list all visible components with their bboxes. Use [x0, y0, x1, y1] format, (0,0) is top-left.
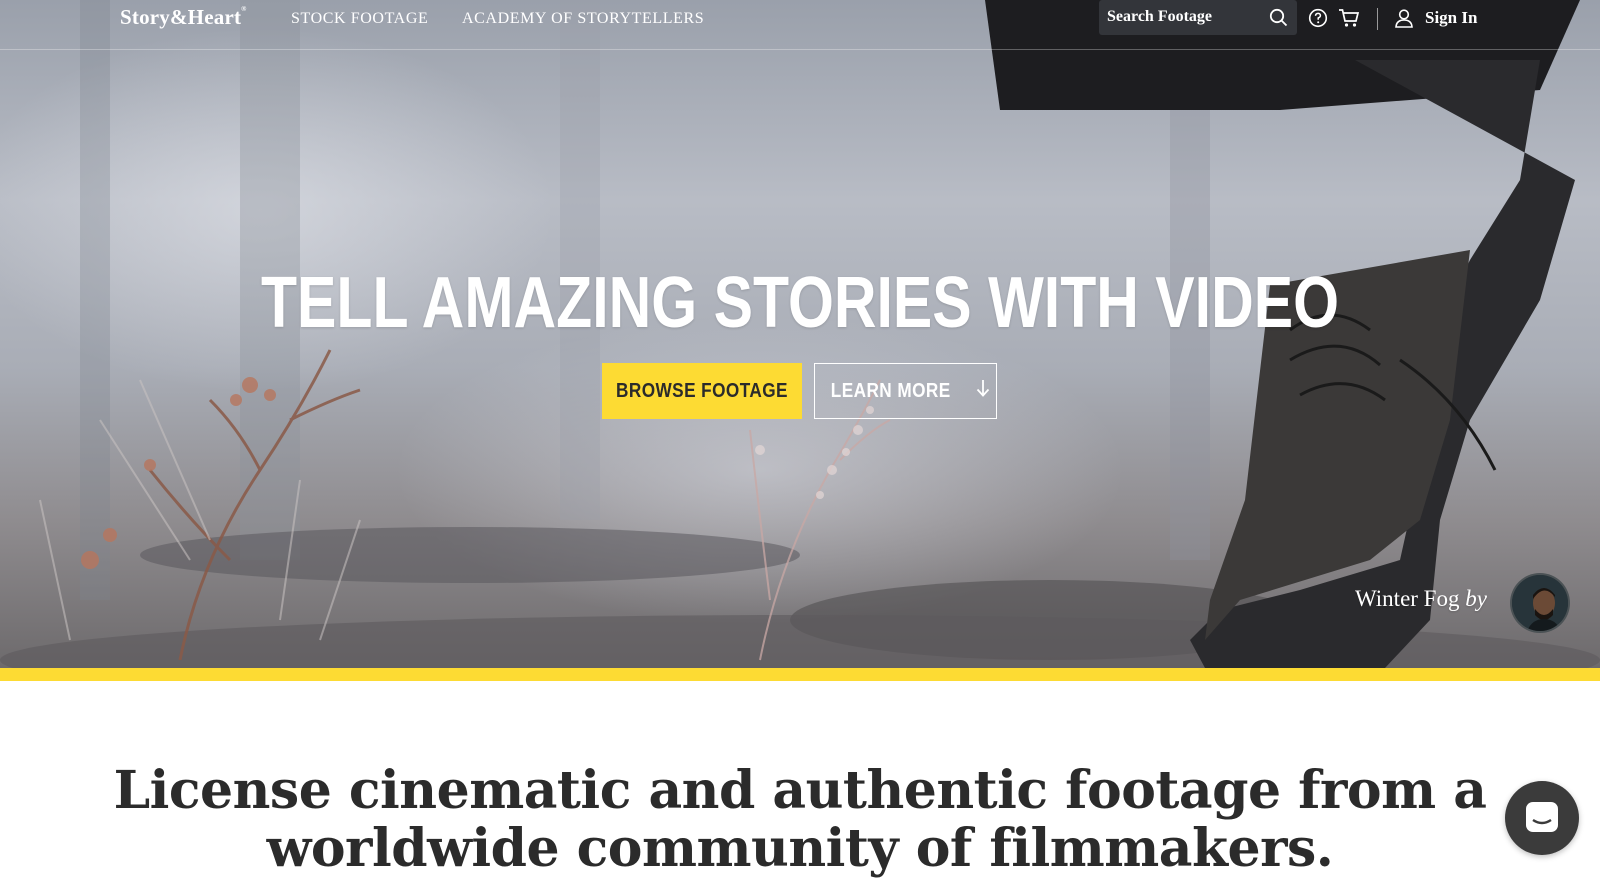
nav-link-stock-footage[interactable]: STOCK FOOTAGE	[291, 10, 428, 28]
search-input[interactable]	[1107, 6, 1267, 28]
section-headline-line-1: License cinematic and authentic footage …	[113, 760, 1487, 821]
logo-text: Story&Heart	[120, 5, 242, 29]
browse-footage-button[interactable]: BROWSE FOOTAGE	[602, 363, 802, 419]
nav-link-academy[interactable]: ACADEMY OF STORYTELLERS	[462, 10, 704, 28]
search-bar	[1099, 0, 1297, 35]
sign-in-link[interactable]: Sign In	[1425, 8, 1477, 28]
section-headline: License cinematic and authentic footage …	[0, 762, 1600, 878]
cart-icon[interactable]	[1338, 8, 1360, 33]
logo-mark: ®	[241, 5, 247, 13]
help-icon[interactable]	[1308, 8, 1328, 33]
filmmaker-avatar[interactable]	[1510, 573, 1570, 633]
hero-title: TELL AMAZING STORIES WITH VIDEO	[260, 263, 1340, 343]
learn-more-label: LEARN MORE	[830, 379, 951, 402]
chat-button[interactable]	[1505, 781, 1579, 855]
hero-accent-band	[0, 668, 1600, 681]
top-navigation-bar: Story&Heart® STOCK FOOTAGE ACADEMY OF ST…	[0, 0, 1600, 50]
nav-divider	[1377, 8, 1378, 30]
video-credit-by: by	[1465, 586, 1487, 611]
search-icon[interactable]	[1269, 8, 1288, 32]
arrow-down-icon	[976, 379, 990, 403]
chat-icon	[1524, 800, 1560, 839]
section-headline-line-2: worldwide community of filmmakers.	[266, 818, 1334, 878]
user-icon[interactable]	[1394, 8, 1414, 33]
video-credit: Winter Fog by	[1355, 586, 1487, 612]
browse-footage-label: BROWSE FOOTAGE	[616, 379, 788, 402]
site-logo[interactable]: Story&Heart®	[120, 5, 247, 30]
video-credit-title: Winter Fog	[1355, 586, 1460, 611]
learn-more-button[interactable]: LEARN MORE	[814, 363, 997, 419]
